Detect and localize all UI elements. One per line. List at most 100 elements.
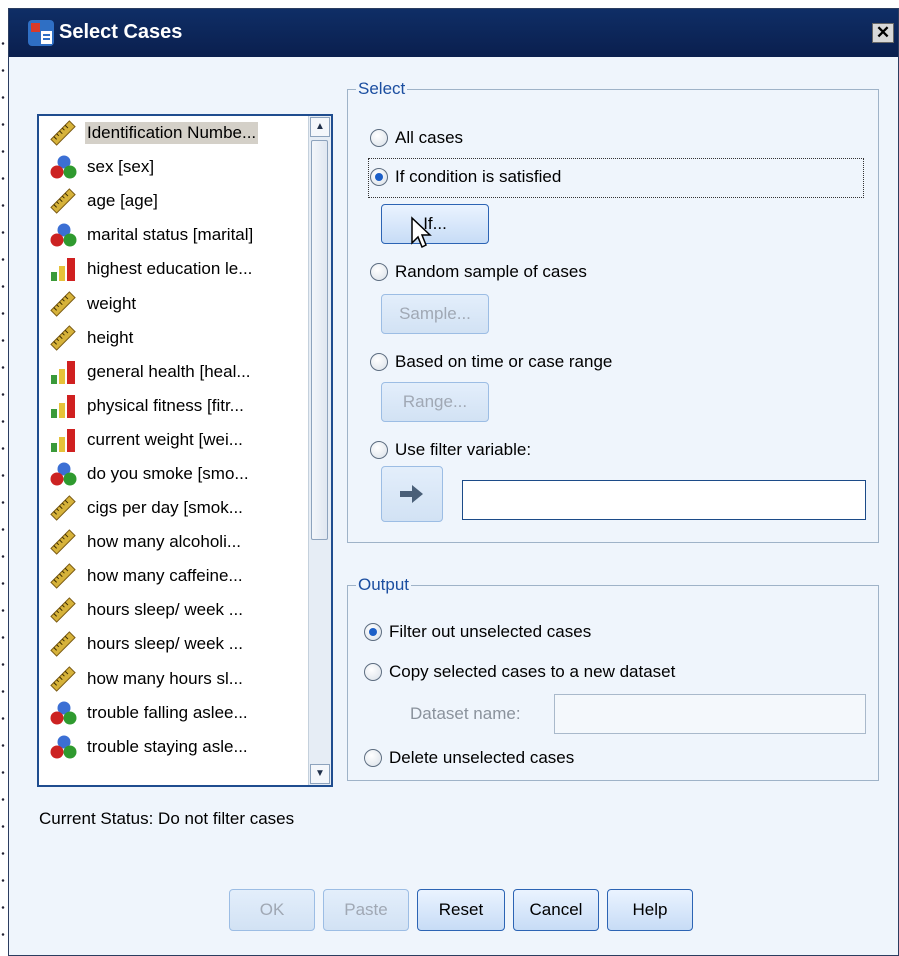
ok-button[interactable]: OK bbox=[229, 889, 315, 931]
variable-item[interactable]: hours sleep/ week ... bbox=[39, 593, 301, 627]
variable-item[interactable]: marital status [marital] bbox=[39, 218, 301, 252]
delete-unselected-option[interactable]: Delete unselected cases bbox=[364, 748, 574, 768]
variable-label: hours sleep/ week ... bbox=[87, 600, 243, 620]
variable-item[interactable]: height bbox=[39, 321, 301, 355]
output-group-title: Output bbox=[356, 575, 412, 595]
title-bar: Select Cases ✕ bbox=[9, 9, 898, 57]
scroll-down-button[interactable]: ▼ bbox=[310, 764, 330, 784]
all-cases-radio[interactable] bbox=[370, 129, 388, 147]
variable-label: marital status [marital] bbox=[87, 225, 254, 245]
variable-item[interactable]: how many hours sl... bbox=[39, 662, 301, 696]
variable-label: weight bbox=[87, 293, 137, 313]
paste-button[interactable]: Paste bbox=[323, 889, 409, 931]
variable-label: sex [sex] bbox=[87, 157, 155, 177]
dialog-body: Identification Numbe... sex [sex] age [age… bbox=[9, 57, 898, 955]
variable-item[interactable]: highest education le... bbox=[39, 252, 301, 286]
help-button[interactable]: Help bbox=[607, 889, 693, 931]
filter-variable-radio[interactable] bbox=[370, 441, 388, 459]
ordinal-bars-icon bbox=[49, 359, 77, 385]
variable-label: hours sleep/ week ... bbox=[87, 634, 243, 654]
filter-out-label: Filter out unselected cases bbox=[389, 622, 592, 641]
variable-label: physical fitness [fitr... bbox=[87, 395, 244, 415]
scale-ruler-icon bbox=[49, 665, 77, 692]
cancel-button-label: Cancel bbox=[529, 900, 583, 919]
variable-item[interactable]: hours sleep/ week ... bbox=[39, 627, 301, 661]
variable-item[interactable]: general health [heal... bbox=[39, 355, 301, 389]
current-status: Current Status: Do not filter cases bbox=[39, 809, 295, 828]
output-group: Output Filter out unselected cases Copy … bbox=[347, 575, 879, 781]
dataset-name-label: Dataset name: bbox=[410, 704, 521, 723]
select-group: Select All cases If condition is satisfi… bbox=[347, 79, 879, 543]
help-button-label: Help bbox=[632, 900, 668, 919]
reset-button-label: Reset bbox=[438, 900, 484, 919]
variable-list-scrollbar[interactable]: ▲ ▼ bbox=[308, 116, 331, 785]
ordinal-bars-icon bbox=[49, 427, 77, 453]
move-variable-button[interactable] bbox=[381, 466, 443, 522]
random-sample-radio[interactable] bbox=[370, 263, 388, 281]
scale-ruler-icon bbox=[49, 188, 77, 214]
variable-item[interactable]: how many alcoholi... bbox=[39, 525, 301, 559]
scale-ruler-icon bbox=[49, 495, 77, 521]
variable-item[interactable]: physical fitness [fitr... bbox=[39, 389, 301, 423]
nominal-circles-icon bbox=[49, 154, 77, 180]
filter-variable-option[interactable]: Use filter variable: bbox=[370, 440, 531, 460]
close-button[interactable]: ✕ bbox=[872, 23, 894, 43]
if-condition-option[interactable]: If condition is satisfied bbox=[370, 167, 561, 187]
variable-item[interactable]: Identification Numbe... bbox=[39, 116, 301, 150]
scale-ruler-icon bbox=[49, 529, 77, 555]
ordinal-bars-icon bbox=[49, 393, 77, 419]
variable-label: age [age] bbox=[87, 191, 158, 211]
copy-dataset-option[interactable]: Copy selected cases to a new dataset bbox=[364, 662, 675, 682]
scale-ruler-icon bbox=[49, 324, 77, 351]
variable-label: how many caffeine... bbox=[87, 566, 243, 586]
variable-item[interactable]: age [age] bbox=[39, 184, 301, 218]
variable-item[interactable]: current weight [wei... bbox=[39, 423, 301, 457]
variable-item[interactable]: trouble falling aslee... bbox=[39, 696, 301, 730]
variable-label: highest education le... bbox=[87, 259, 253, 279]
nominal-circles-icon bbox=[49, 222, 77, 248]
background-edge bbox=[0, 30, 6, 950]
reset-button[interactable]: Reset bbox=[417, 889, 505, 931]
scroll-up-button[interactable]: ▲ bbox=[310, 117, 330, 137]
if-button[interactable]: If... bbox=[381, 204, 489, 244]
variable-list[interactable]: Identification Numbe... sex [sex] age [age… bbox=[37, 114, 333, 787]
copy-dataset-radio[interactable] bbox=[364, 663, 382, 681]
filter-variable-label: Use filter variable: bbox=[395, 440, 532, 459]
variable-item[interactable]: trouble staying asle... bbox=[39, 730, 301, 764]
range-button-label: Range... bbox=[402, 392, 468, 411]
dataset-name-field[interactable] bbox=[554, 694, 866, 734]
dialog-title: Select Cases bbox=[59, 21, 183, 43]
variable-item[interactable]: weight bbox=[39, 286, 301, 320]
scale-ruler-icon bbox=[49, 597, 77, 624]
time-range-radio[interactable] bbox=[370, 353, 388, 371]
sample-button-label: Sample... bbox=[399, 304, 471, 323]
if-condition-radio[interactable] bbox=[370, 168, 388, 186]
variable-label: trouble staying asle... bbox=[87, 736, 248, 756]
select-cases-dialog: Select Cases ✕ Identification Numbe... se… bbox=[8, 8, 899, 956]
spss-app-icon bbox=[28, 20, 54, 46]
ok-button-label: OK bbox=[259, 900, 285, 919]
scroll-thumb[interactable] bbox=[311, 140, 328, 540]
scale-ruler-icon bbox=[49, 290, 77, 317]
random-sample-option[interactable]: Random sample of cases bbox=[370, 262, 587, 282]
all-cases-option[interactable]: All cases bbox=[370, 128, 463, 148]
filter-out-radio[interactable] bbox=[364, 623, 382, 641]
variable-label: Identification Numbe... bbox=[85, 122, 259, 145]
time-range-option[interactable]: Based on time or case range bbox=[370, 352, 612, 372]
sample-button[interactable]: Sample... bbox=[381, 294, 489, 334]
variable-item[interactable]: cigs per day [smok... bbox=[39, 491, 301, 525]
nominal-circles-icon bbox=[49, 461, 77, 487]
range-button[interactable]: Range... bbox=[381, 382, 489, 422]
variable-item[interactable]: do you smoke [smo... bbox=[39, 457, 301, 491]
variable-label: how many hours sl... bbox=[87, 668, 243, 688]
delete-unselected-radio[interactable] bbox=[364, 749, 382, 767]
variable-item[interactable]: sex [sex] bbox=[39, 150, 301, 184]
variable-label: trouble falling aslee... bbox=[87, 702, 248, 722]
filter-variable-field[interactable] bbox=[462, 480, 866, 520]
variable-label: general health [heal... bbox=[87, 361, 251, 381]
cancel-button[interactable]: Cancel bbox=[513, 889, 599, 931]
select-group-title: Select bbox=[356, 79, 408, 99]
variable-item[interactable]: how many caffeine... bbox=[39, 559, 301, 593]
filter-out-option[interactable]: Filter out unselected cases bbox=[364, 622, 591, 642]
scale-ruler-icon bbox=[49, 563, 77, 589]
